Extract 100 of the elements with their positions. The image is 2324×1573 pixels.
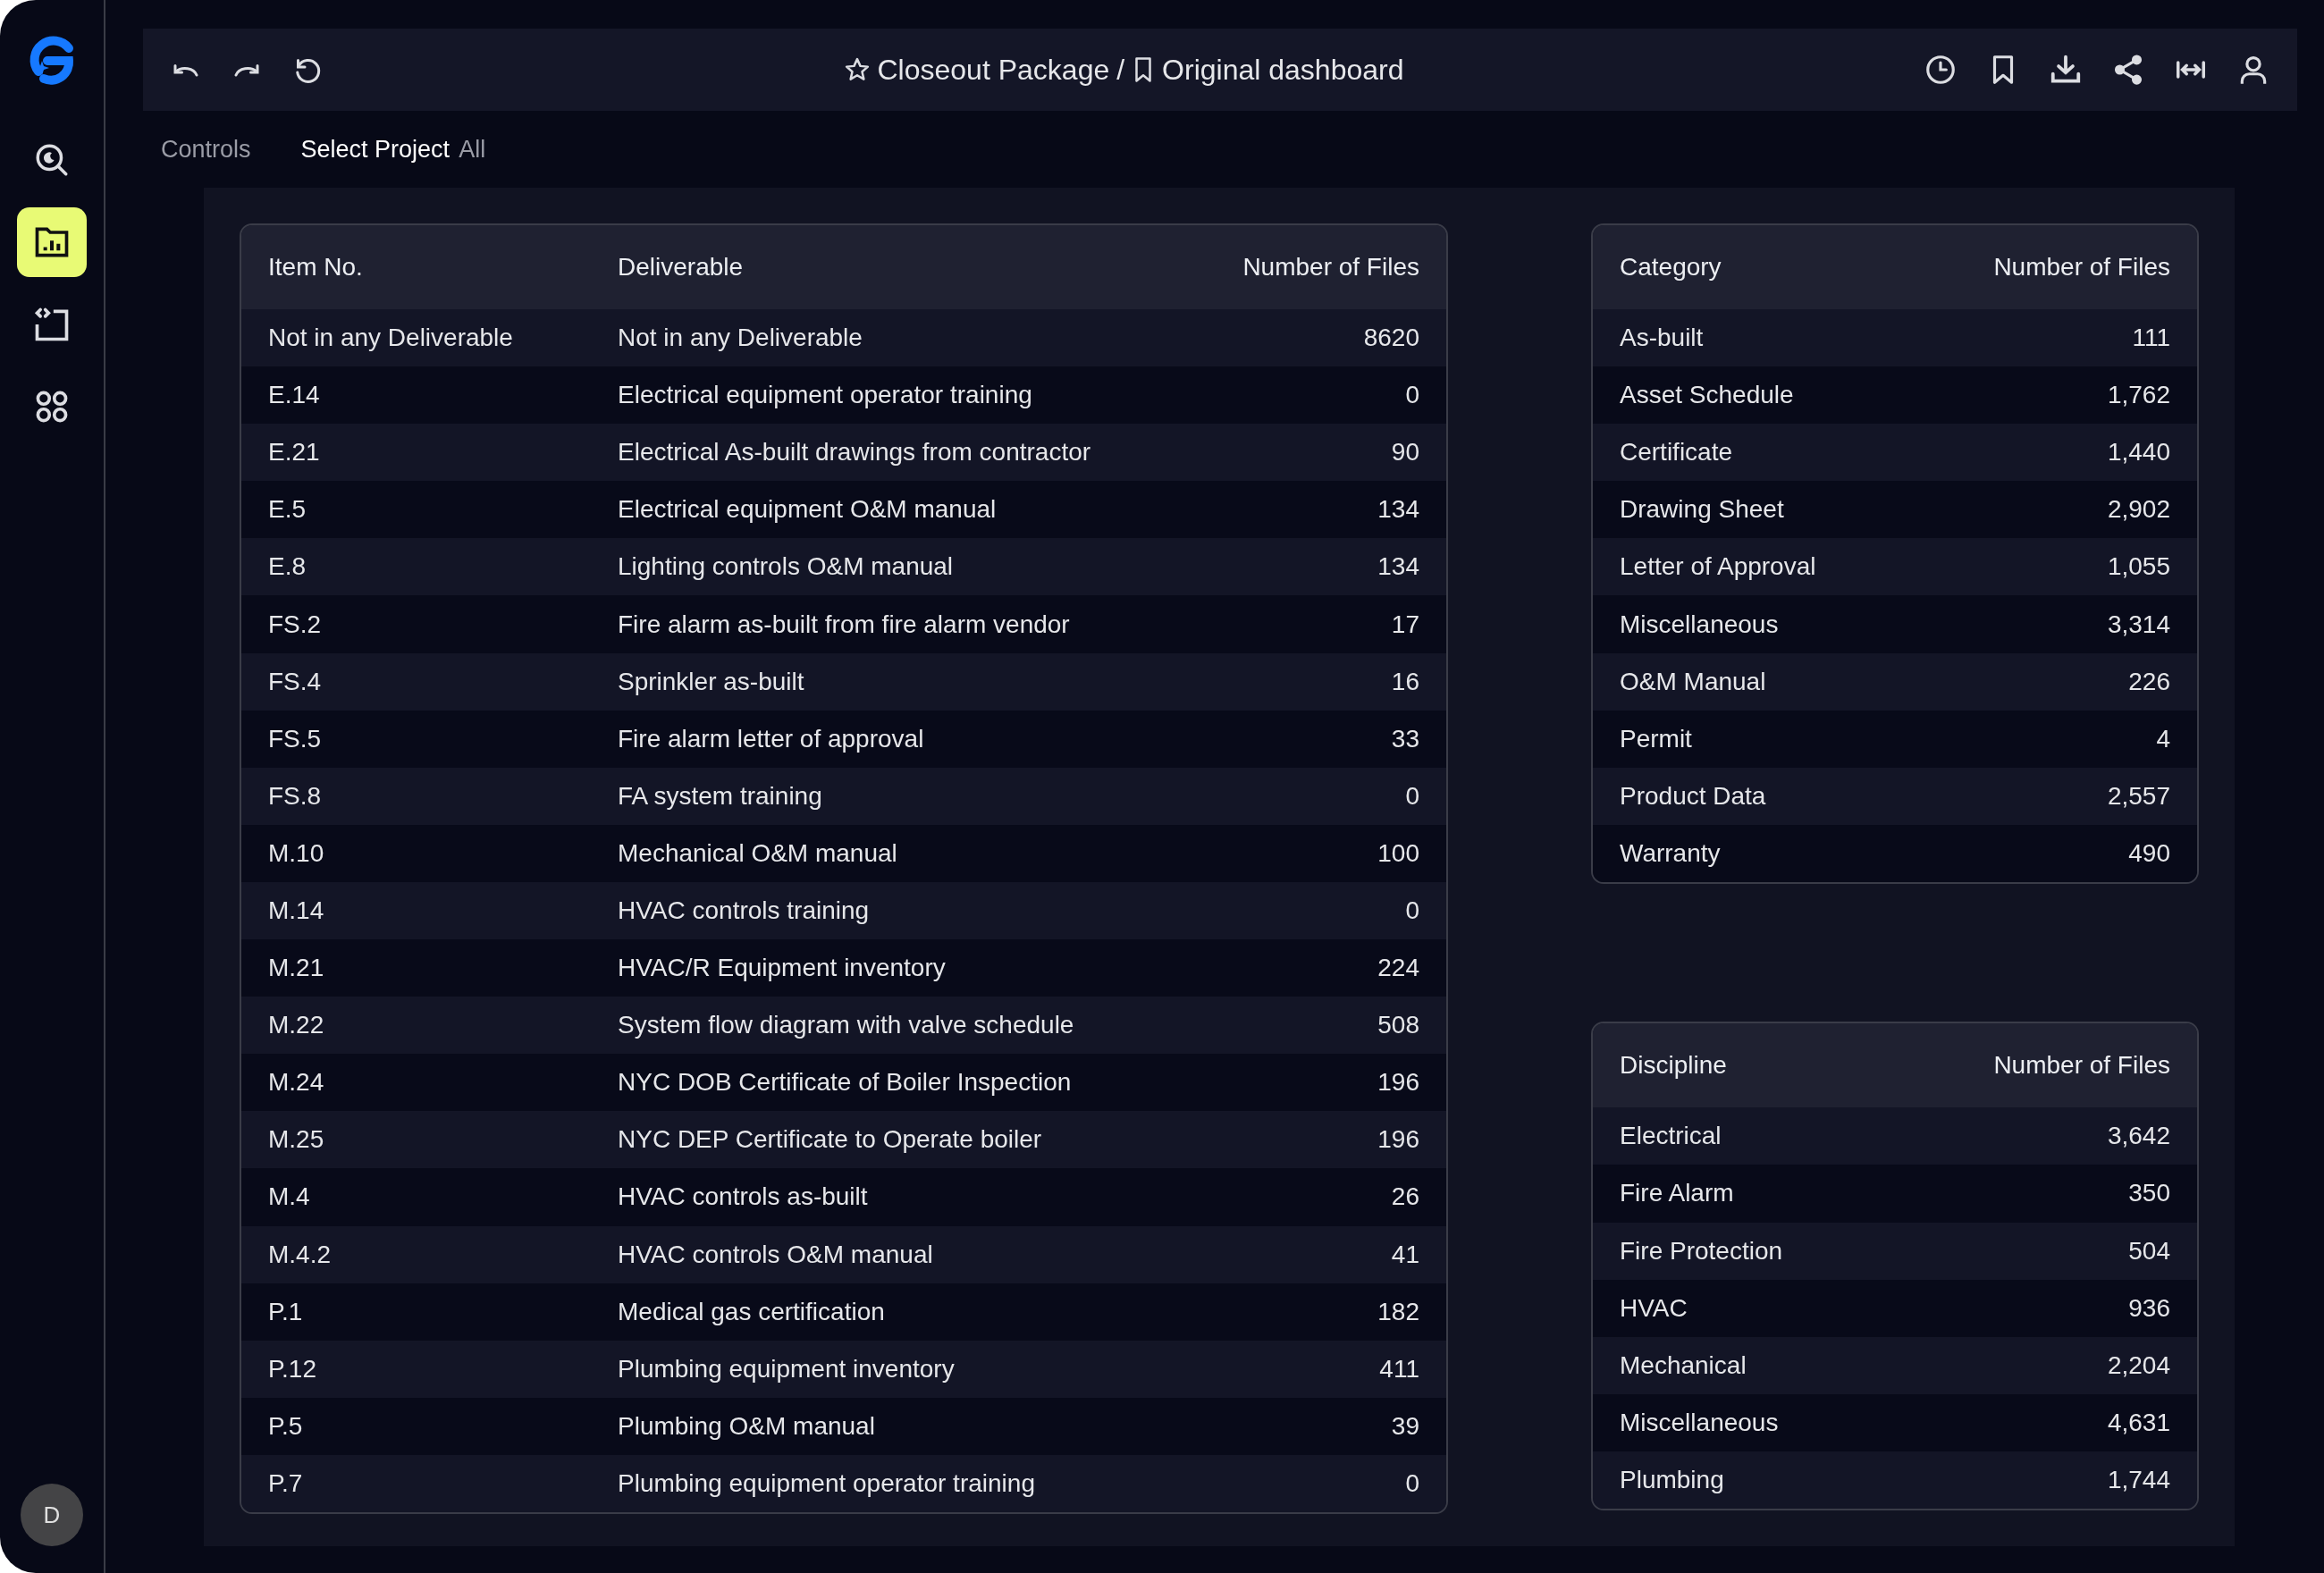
table-cell-text: HVAC controls as-built [618,1182,869,1213]
table-cell-text: Asset Schedule [1620,380,1795,411]
table-cell-text: Plumbing O&M manual [618,1410,876,1442]
table-cell-text: P.5 [268,1410,304,1442]
table-cell-text: 0 [1405,896,1419,926]
table-cell-text: HVAC/R Equipment inventory [618,953,947,984]
table-cell-text: 1,440 [2107,437,2170,468]
table-cell-text: 936 [2128,1292,2170,1324]
table-cell-text: FS.4 [268,666,323,697]
table-cell-text: 411 [1379,1353,1419,1384]
table-cell-text: 90 [1391,437,1419,468]
column-header[interactable]: Number of Files [1242,248,1419,286]
table-cell-text: E.8 [268,551,307,583]
table-cell-text: O&M Manual [1620,666,1767,697]
table-cell-text: Plumbing equipment operator training [618,1468,1036,1499]
table-cell-text: 182 [1377,1296,1419,1327]
table-cell-text: Not in any Deliverable [268,323,514,354]
history-icon[interactable] [1924,53,1958,87]
table-cell-text: System flow diagram with valve schedule [618,1010,1075,1041]
table-cell-text: 8620 [1363,323,1419,354]
table-cell-text: P.7 [268,1468,304,1499]
table-cell-text: 16 [1391,666,1419,697]
table-cell-text: 17 [1391,609,1419,640]
filter-value: All [459,134,486,164]
table-cell-text: E.21 [268,437,321,468]
star-icon[interactable] [843,56,871,83]
table-cell-text: 111 [2132,323,2170,354]
table-cell-text: Certificate [1620,437,1734,468]
table-cell-text: NYC DOB Certificate of Boiler Inspection [618,1067,1073,1098]
table-cell-text: 0 [1405,1468,1419,1499]
table-cell-text: M.14 [268,896,325,926]
table-cell-text: 490 [2128,837,2170,869]
table-cell-text: M.4 [268,1182,311,1213]
table-cell-text: 1,055 [2107,551,2170,583]
dashboard-subtitle: Original dashboard [1162,53,1404,88]
table-cell-text: 350 [2128,1178,2170,1209]
table-cell-text: 2,204 [2107,1350,2170,1381]
table-cell-text: 3,314 [2107,609,2170,640]
table-cell-text: Electrical As-built drawings from contractor [618,437,1092,468]
table-cell-text: 4 [2156,723,2170,754]
table-cell-text: M.25 [268,1124,325,1156]
table-cell-text: M.24 [268,1067,325,1098]
table-cell-text: 3,642 [2107,1121,2170,1152]
table-cell-text: FA system training [618,780,823,812]
column-header[interactable]: Number of Files [1993,248,2170,286]
column-header[interactable]: Deliverable [618,248,1243,286]
table-cell-text: Plumbing [1620,1464,1725,1495]
table-cell-text: Fire Protection [1620,1235,1784,1266]
table-cell-text: Lighting controls O&M manual [618,551,955,583]
controls-label[interactable]: Controls [161,130,251,168]
table-cell-text: Fire alarm as-built from fire alarm vendor [618,609,1071,640]
table-cell-text: Drawing Sheet [1620,494,1785,526]
table-cell-text: NYC DEP Certificate to Operate boiler [618,1124,1043,1156]
table-cell-text: Miscellaneous [1620,1407,1780,1438]
table-cell-text: 134 [1377,551,1419,583]
table-cell-text: FS.8 [268,780,323,812]
table-cell-text: E.5 [268,494,307,526]
table-cell-text: 0 [1405,780,1419,812]
dashboard-title: Closeout Package [877,53,1110,88]
column-header[interactable]: Number of Files [1993,1047,2170,1085]
table-cell-text: Sprinkler as-built [618,666,805,697]
breadcrumb-separator: / [1116,53,1125,88]
table-cell-text: 196 [1377,1067,1419,1098]
column-header[interactable]: Category [1620,248,1994,286]
column-header[interactable]: Discipline [1620,1047,1994,1085]
table-cell-text: 41 [1391,1239,1419,1270]
table-cell-text: M.21 [268,953,325,984]
table-cell-text: 1,762 [2107,380,2170,411]
table-cell-text: 2,902 [2107,494,2170,526]
table-cell-text: Letter of Approval [1620,551,1817,583]
sidebar-item[interactable] [17,207,87,277]
table-cell-text: Fire Alarm [1620,1178,1735,1209]
table-cell-text: Electrical [1620,1121,1722,1152]
table-cell-text: 100 [1377,837,1419,869]
table-cell-text: Permit [1620,723,1693,754]
user-avatar[interactable]: D [21,1484,83,1546]
table-cell-text: HVAC [1620,1292,1688,1324]
table-cell-text: 134 [1377,494,1419,526]
table-cell-text: M.10 [268,837,325,869]
table-cell-text: 196 [1377,1124,1419,1156]
table-cell-text: 508 [1377,1010,1419,1041]
table-cell-text: P.12 [268,1353,317,1384]
table-cell-text: 224 [1377,953,1419,984]
table-cell-text: E.14 [268,380,321,411]
filter-label: Select Project [300,134,450,164]
table-cell-text: 4,631 [2107,1407,2170,1438]
column-header[interactable]: Item No. [268,248,618,286]
table-cell-text: 504 [2128,1235,2170,1266]
table-cell-text: Mechanical [1620,1350,1747,1381]
table-cell-text: HVAC controls training [618,896,871,926]
table-cell-text: Plumbing equipment inventory [618,1353,956,1384]
table-cell-text: M.4.2 [268,1239,333,1270]
table-cell-text: Fire alarm letter of approval [618,723,925,754]
table-cell-text: Product Data [1620,780,1767,812]
table-cell-text: M.22 [268,1010,325,1041]
table-cell-text: As-built [1620,323,1705,354]
table-cell-text: FS.5 [268,723,323,754]
table-cell-text: Mechanical O&M manual [618,837,898,869]
table-cell-text: HVAC controls O&M manual [618,1239,934,1270]
table-cell-text: 39 [1391,1410,1419,1442]
